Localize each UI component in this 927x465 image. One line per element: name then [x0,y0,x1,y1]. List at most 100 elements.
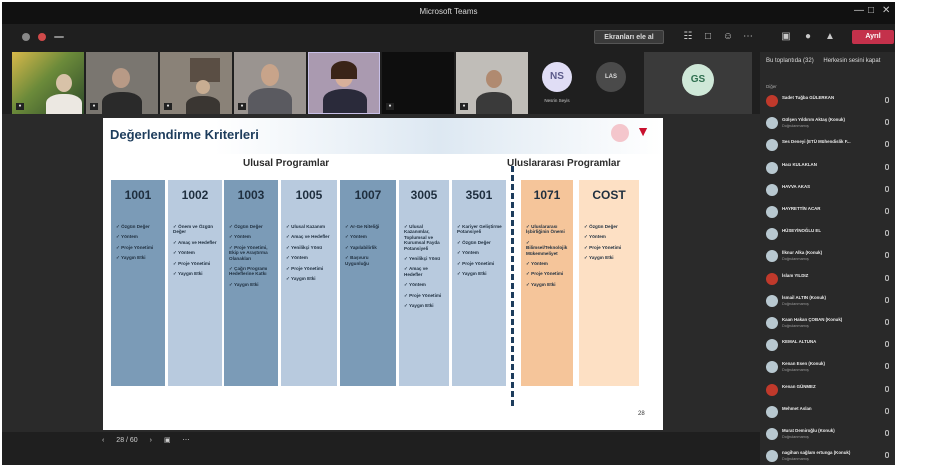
maximize-icon[interactable]: □ [868,5,874,16]
criteria-column-1003: 1003 Özgün Değer Yöntem Proje Yönetimi, Eki… [224,180,278,386]
reactions-icon[interactable]: ☺ [722,31,734,43]
participant-row[interactable]: Hacı KULAKLAN [760,157,895,179]
mic-icon [885,319,889,325]
avatar [766,339,778,352]
participant-row[interactable]: Sadet Tuğba GÜLERKAN [760,90,895,112]
participant-name: Gülşen Yıldırım Aktaş (Konuk) [782,117,845,123]
participant-avatar-ns[interactable]: NS Nesrin Seyis [532,52,582,114]
criteria-list: Kariyer Geliştirme Potansiyeli Özgün Değe… [457,224,503,281]
criteria-list: Özgün Değer Yöntem Proje Yönetimi Yaygın Et… [116,224,162,266]
camera-icon[interactable]: ▣ [780,31,792,43]
participant-row[interactable]: HÜSEYİNOĞLU EL [760,223,895,245]
more-options-icon[interactable] [54,36,64,38]
mic-icon [885,208,889,214]
mic-icon [885,452,889,459]
prev-slide-icon[interactable]: ‹ [102,437,104,444]
participants-icon[interactable]: ☷ [682,31,694,43]
criterion-item: Yöntem [404,282,446,287]
avatar [766,428,778,440]
participant-name: HAVVA AKAS [782,183,811,189]
program-code: 3005 [410,188,438,202]
video-tile-7[interactable]: ● [456,52,528,114]
participant-row[interactable]: KEMAL ALTUNA [760,334,895,356]
mic-icon [885,141,889,148]
take-control-button[interactable]: Ekranları ele al [594,30,664,44]
program-code: 1071 [533,188,561,202]
participant-row[interactable]: Murat Demiroğlu (Konuk) Doğrulanmamış [760,423,895,445]
avatar [766,117,778,130]
participant-avatar-gs[interactable]: GS [644,52,752,114]
chat-icon[interactable]: □ [702,31,714,43]
criterion-item: Yaygın Etki [286,276,334,281]
tubitak-logo-icon: ▼ [636,123,650,139]
participant-row[interactable]: Kaan Hakan ÇOBAN (Konuk) Doğrulanmamış [760,312,895,334]
avatar [766,183,778,196]
criteria-column-1071: 1071 Uluslararası İşbirliğinin Önemi Bilim… [521,180,573,386]
avatar [766,450,778,463]
criterion-item: Proje Yönetimi, Ekip ve Araştırma Olanak… [229,245,275,261]
criterion-item: Ar-Ge Niteliği [345,224,393,229]
slide-page-number: 28 [638,411,645,417]
tile-mic-icon: ● [386,103,394,110]
participant-row[interactable]: Ses Deneyi (ETÜ Mühendislik F... [760,134,895,156]
participant-row[interactable]: İsmail ALTIN (Konuk) Doğrulanmamış [760,290,895,312]
participant-name: HAYRETTİN ACAR [782,206,821,211]
avatar: LAS [596,62,626,92]
next-slide-icon[interactable]: › [150,437,152,444]
avatar [766,405,778,418]
video-tile-2[interactable]: ● [86,52,158,114]
program-code: 1001 [124,188,152,202]
avatar [766,206,778,218]
participant-name: İslam YILDIZ [782,272,809,278]
participant-name: Ses Deneyi (ETÜ Mühendislik F... [782,139,851,145]
slide-title: Değerlendirme Kriterleri [110,127,259,142]
mic-icon [885,274,889,281]
minimize-icon[interactable]: — [854,5,864,16]
video-tile-6[interactable]: ● [382,52,454,114]
participant-avatar-las[interactable]: LAS [586,52,636,114]
avatar: GS [682,64,714,96]
criterion-item: Proje Yönetimi [404,293,446,298]
participant-name: Kaan Hakan ÇOBAN (Konuk) [782,317,843,322]
criterion-item: Özgün Değer [584,224,636,229]
participant-row[interactable]: Kenan GÜNMEZ [760,379,895,401]
criterion-item: Ulusal Kazanımlar, Toplumsal ve Kurumsal… [404,224,446,251]
mic-icon [885,296,889,303]
leave-button[interactable]: Ayrıl [852,30,894,44]
more-actions-icon[interactable]: ⋯ [742,31,754,43]
video-tile-5-active-speaker[interactable] [308,52,380,114]
more-slide-options-icon[interactable]: ⋯ [183,437,190,444]
criteria-list: Özgün Değer Yöntem Proje Yönetimi Yaygın Et… [584,224,636,266]
participants-panel: Bu toplantıda (32) Herkesin sesini kapat… [760,52,895,465]
program-code: 1005 [295,188,323,202]
criterion-item: Proje Yönetimi [286,266,334,271]
avatar [766,161,778,174]
participant-row[interactable]: Gülşen Yıldırım Aktaş (Konuk) Doğrulanmam… [760,112,895,134]
criterion-item: Çağrı Programı Hedeflerine Katkı [229,266,275,277]
participant-row[interactable]: İslam YILDIZ [760,268,895,290]
slide-navigation: ‹ 28 / 60 › ▣ ⋯ [102,436,190,452]
criterion-item: Yöntem [584,234,636,239]
video-tile-4[interactable]: ● [234,52,306,114]
criteria-column-1002: 1002 Önem ve Özgün Değer Amaç ve Hedefler Y… [168,180,222,386]
criteria-list: Önem ve Özgün Değer Amaç ve Hedefler Yönte… [173,224,219,281]
share-screen-icon[interactable]: ▲ [824,31,836,43]
video-tile-1[interactable]: ● [12,52,84,114]
mute-all-button[interactable]: Herkesin sesini kapat [823,58,880,64]
participant-row[interactable]: Mehmet Aslan [760,401,895,423]
participant-row[interactable]: HAVVA AKAS [760,179,895,201]
participant-name: İsmail ALTIN (Konuk) [782,294,826,300]
participant-status: Doğrulanmamış [782,457,809,462]
participant-status: Doğrulanmamış [782,435,809,439]
avatar [766,272,778,285]
video-tile-3[interactable]: ● [160,52,232,114]
criteria-list: Ar-Ge Niteliği Yöntem Yapılabilirlik Başvur… [345,224,393,271]
fullscreen-icon[interactable]: ▣ [164,437,171,444]
tile-mic-icon: ● [90,103,98,110]
close-icon[interactable]: ✕ [882,5,890,16]
participant-row[interactable]: nagihan sağlam ertunga (Konuk) Doğrulanma… [760,445,895,465]
participant-row[interactable]: HAYRETTİN ACAR [760,201,895,223]
microphone-icon[interactable]: ● [802,31,814,43]
participant-row[interactable]: Kenan Esen (Konuk) Doğrulanmamış [760,356,895,378]
participant-row[interactable]: İlknur Alka (Konuk) Doğrulanmamış [760,245,895,267]
